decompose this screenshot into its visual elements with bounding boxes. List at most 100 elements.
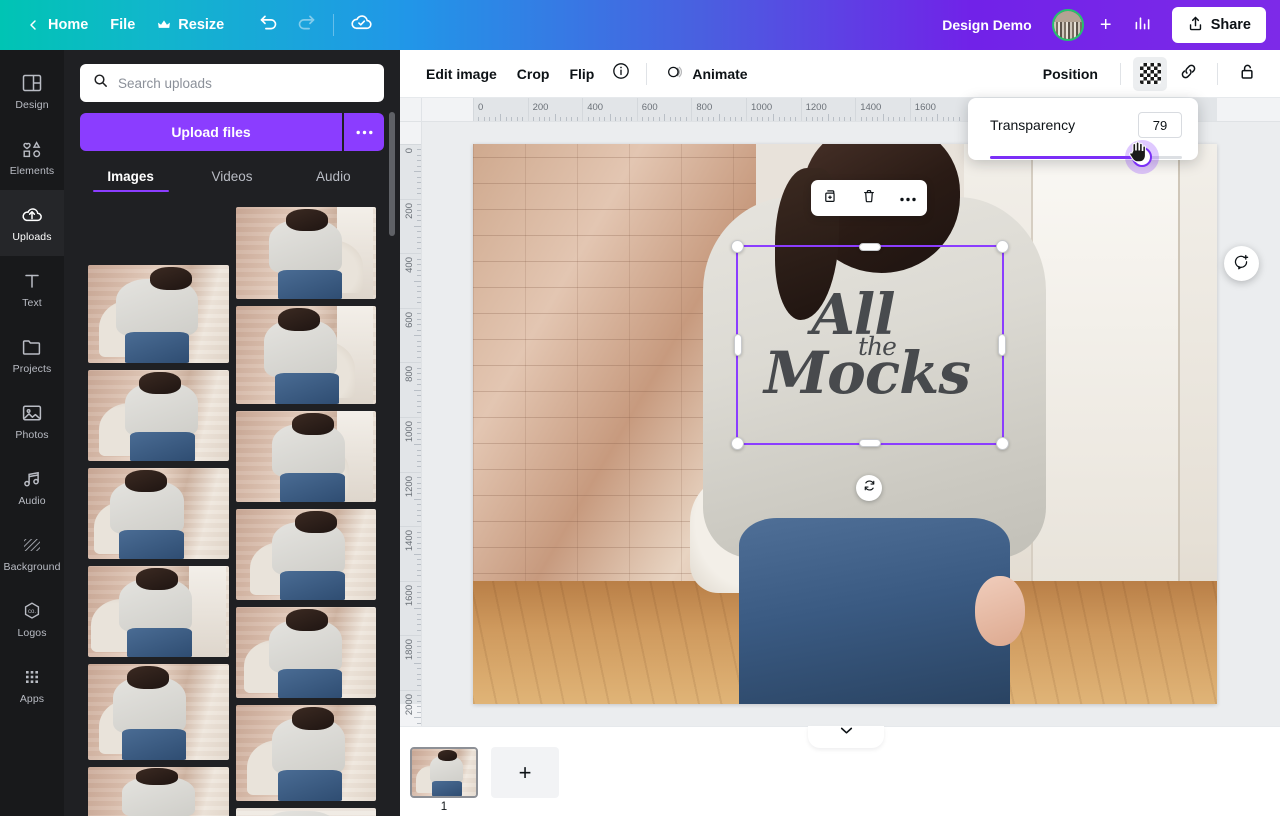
resize-handle-bottom[interactable] bbox=[859, 439, 881, 447]
sidebar-item-audio[interactable]: Audio bbox=[0, 454, 64, 520]
collapse-pages-button[interactable] bbox=[808, 726, 884, 748]
home-button[interactable]: Home bbox=[14, 9, 99, 41]
sidebar-item-text[interactable]: Text bbox=[0, 256, 64, 322]
selection-bounding-box[interactable] bbox=[731, 240, 1009, 450]
add-comment-button[interactable] bbox=[1224, 246, 1259, 281]
sidebar-item-label: Elements bbox=[9, 165, 55, 177]
vertical-ruler[interactable]: 0 200 400 600 800 1000 1200 1400 1600 1800 2000 bbox=[400, 122, 422, 726]
upload-thumbnail[interactable] bbox=[235, 306, 376, 404]
ruler-minor-tick bbox=[887, 117, 889, 121]
link-button[interactable] bbox=[1171, 57, 1205, 91]
ruler-minor-tick bbox=[958, 117, 960, 121]
upload-thumbnail[interactable] bbox=[235, 808, 376, 816]
ruler-minor-tick bbox=[417, 629, 421, 631]
upload-thumbnail[interactable] bbox=[235, 509, 376, 600]
animate-button[interactable]: Animate bbox=[655, 58, 757, 90]
flip-button[interactable]: Flip bbox=[559, 58, 604, 90]
upload-thumbnail[interactable] bbox=[235, 207, 376, 299]
resize-handle-top-right[interactable] bbox=[996, 240, 1009, 253]
upload-thumbnail[interactable] bbox=[235, 705, 376, 801]
slider-thumb[interactable] bbox=[1131, 147, 1152, 167]
ruler-minor-tick bbox=[417, 537, 421, 539]
position-button[interactable]: Position bbox=[1033, 58, 1108, 90]
ruler-minor-tick bbox=[417, 275, 421, 277]
invite-members-button[interactable]: + bbox=[1090, 9, 1122, 41]
lock-button[interactable] bbox=[1230, 57, 1264, 91]
page-thumbnail-1[interactable] bbox=[410, 747, 478, 798]
crop-button[interactable]: Crop bbox=[507, 58, 560, 90]
transparency-value-input[interactable]: 79 bbox=[1138, 112, 1182, 138]
resize-handle-left[interactable] bbox=[734, 334, 742, 356]
tab-audio[interactable]: Audio bbox=[283, 160, 384, 192]
sidebar-item-design[interactable]: Design bbox=[0, 58, 64, 124]
sidebar-item-elements[interactable]: Elements bbox=[0, 124, 64, 190]
edit-image-button[interactable]: Edit image bbox=[416, 58, 507, 90]
sidebar-item-photos[interactable]: Photos bbox=[0, 388, 64, 454]
ruler-major-line bbox=[400, 417, 421, 418]
ruler-minor-tick bbox=[417, 193, 421, 195]
search-uploads-field[interactable] bbox=[80, 64, 384, 102]
upload-thumbnail[interactable] bbox=[88, 566, 229, 657]
ruler-major-line bbox=[473, 98, 474, 121]
sidebar-item-projects[interactable]: Projects bbox=[0, 322, 64, 388]
rotate-handle[interactable] bbox=[856, 475, 882, 501]
ruler-minor-tick bbox=[417, 313, 421, 315]
resize-handle-top-left[interactable] bbox=[731, 240, 744, 253]
more-options-button[interactable] bbox=[893, 184, 923, 212]
upload-thumbnail[interactable] bbox=[235, 411, 376, 502]
transparency-slider[interactable] bbox=[990, 147, 1182, 167]
uploads-panel-scrollbar[interactable] bbox=[389, 112, 395, 236]
upload-thumbnail[interactable] bbox=[88, 468, 229, 559]
upload-thumbnail[interactable] bbox=[235, 607, 376, 698]
undo-button[interactable] bbox=[251, 8, 285, 42]
editor-toolbar-right: Position bbox=[1033, 56, 1264, 91]
avatar-image-fg bbox=[1053, 21, 1082, 39]
design-title[interactable]: Design Demo bbox=[930, 11, 1043, 39]
upload-thumbnail[interactable] bbox=[88, 265, 229, 363]
upload-thumbnail[interactable] bbox=[88, 370, 229, 461]
photo-jeans bbox=[739, 517, 1011, 704]
search-input[interactable] bbox=[118, 75, 372, 91]
add-page-button[interactable]: + bbox=[491, 747, 559, 798]
sidebar-item-background[interactable]: Background bbox=[0, 520, 64, 586]
cloud-saved-button[interactable] bbox=[344, 8, 378, 42]
delete-button[interactable] bbox=[854, 184, 884, 212]
ruler-minor-tick bbox=[417, 291, 421, 293]
avatar[interactable] bbox=[1051, 9, 1084, 41]
ruler-tick-label: 0 bbox=[404, 148, 415, 154]
upload-thumbnail[interactable] bbox=[88, 767, 229, 816]
resize-button[interactable]: Resize bbox=[146, 9, 235, 41]
resize-handle-bottom-right[interactable] bbox=[996, 437, 1009, 450]
uploads-grid-scroll[interactable] bbox=[64, 198, 400, 816]
animate-label: Animate bbox=[692, 65, 748, 82]
tab-label: Videos bbox=[211, 169, 253, 184]
ruler-minor-tick bbox=[417, 285, 421, 287]
ruler-tick-label: 1800 bbox=[404, 639, 415, 661]
sidebar-item-apps[interactable]: Apps bbox=[0, 652, 64, 718]
image-info-button[interactable] bbox=[604, 57, 638, 91]
ruler-minor-tick bbox=[926, 117, 928, 121]
ruler-minor-tick bbox=[685, 117, 687, 121]
ruler-minor-tick bbox=[904, 117, 906, 121]
sidebar-item-logos[interactable]: co. Logos bbox=[0, 586, 64, 652]
insights-button[interactable] bbox=[1126, 8, 1160, 42]
transparency-button[interactable] bbox=[1133, 56, 1167, 91]
ruler-minor-tick bbox=[414, 335, 421, 337]
file-menu-button[interactable]: File bbox=[99, 9, 146, 41]
sidebar-item-uploads[interactable]: Uploads bbox=[0, 190, 64, 256]
ruler-major-line bbox=[400, 198, 421, 200]
share-button[interactable]: Share bbox=[1171, 7, 1266, 43]
upload-more-options-button[interactable] bbox=[344, 113, 384, 151]
ruler-minor-tick bbox=[417, 411, 421, 413]
resize-handle-bottom-left[interactable] bbox=[731, 437, 744, 450]
tab-videos[interactable]: Videos bbox=[181, 160, 282, 192]
tab-images[interactable]: Images bbox=[80, 160, 181, 192]
duplicate-button[interactable] bbox=[815, 184, 845, 212]
upload-thumbnail[interactable] bbox=[88, 664, 229, 760]
resize-handle-top[interactable] bbox=[859, 243, 881, 251]
upload-files-button[interactable]: Upload files bbox=[80, 113, 342, 151]
resize-handle-right[interactable] bbox=[998, 334, 1006, 356]
ruler-minor-tick bbox=[680, 117, 682, 121]
redo-button[interactable] bbox=[289, 8, 323, 42]
tab-label: Images bbox=[107, 169, 154, 184]
